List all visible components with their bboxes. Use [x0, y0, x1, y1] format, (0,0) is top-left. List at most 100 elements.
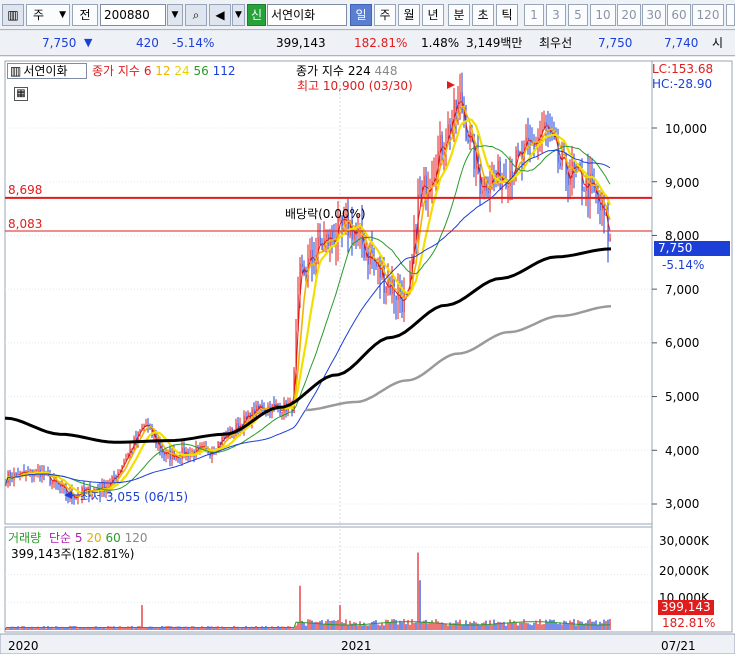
volume-bar: [505, 625, 507, 630]
volume-bar: [553, 619, 555, 630]
volume-bar: [143, 628, 145, 630]
volume-bar: [437, 621, 439, 630]
volume-bar: [485, 620, 487, 630]
volume-bar: [53, 628, 55, 630]
current-price-badge: 7,750: [654, 241, 730, 256]
candle-body: [525, 137, 527, 144]
chart-menu-icon[interactable]: ▥: [2, 4, 24, 26]
interval-20-button[interactable]: 20: [617, 4, 641, 26]
volume-bar: [565, 621, 567, 630]
volume-bar: [113, 626, 115, 630]
stock-name-field[interactable]: 서연이화: [267, 4, 347, 26]
period-second-button[interactable]: 초: [472, 4, 494, 26]
candle-body: [113, 476, 115, 478]
best-bid-price: 7,740: [664, 36, 699, 50]
y-tick-7000: 7,000: [665, 283, 700, 297]
volume-bar: [567, 623, 569, 630]
y-tick-6000: 6,000: [665, 336, 700, 350]
volume-bar: [23, 626, 25, 630]
volume-bar: [531, 625, 533, 630]
volume-bar: [201, 626, 203, 630]
volume-bar: [321, 620, 323, 630]
candle-body: [575, 168, 577, 170]
volume-bar: [483, 622, 485, 630]
volume-bar: [525, 622, 527, 630]
stock-legend-box[interactable]: ▥ 서연이화: [7, 63, 87, 79]
period-type-button[interactable]: 전: [72, 4, 98, 26]
best-ask-price: 7,750: [598, 36, 633, 50]
volume-bar: [261, 626, 263, 630]
period-minute-button[interactable]: 분: [448, 4, 470, 26]
down-triangle-icon: ▼: [84, 36, 93, 49]
ma-448-label: 448: [374, 64, 398, 78]
candle-body: [51, 481, 53, 485]
price-chart-svg[interactable]: [0, 57, 735, 654]
volume-bar: [397, 624, 399, 630]
low-price-label: 최저 3,055 (06/15): [80, 490, 189, 504]
volume-bar: [157, 628, 159, 630]
market-type-label: 주: [33, 8, 45, 22]
interval-10-button[interactable]: 10: [590, 4, 616, 26]
volume-bar: [225, 627, 227, 630]
volume-bar: [207, 626, 209, 630]
hc-label: HC:-28.90: [652, 77, 713, 91]
volume-bar: [537, 623, 539, 630]
volume-bar: [369, 624, 371, 630]
volume-bar: [177, 626, 179, 630]
interval-120-button[interactable]: 120: [692, 4, 724, 26]
period-month-button[interactable]: 월: [398, 4, 420, 26]
toolbar-overflow-button[interactable]: [726, 4, 735, 26]
volume-bar: [165, 626, 167, 630]
speaker-dropdown-icon[interactable]: ▼: [232, 4, 245, 26]
candle-body: [245, 416, 247, 418]
toolbar: ▥ 주 ▼ 전 200880 ▼ ⌕ ◀ ▼ 신 서연이화 일 주 월 년 분 초…: [0, 0, 735, 30]
grid-toggle-icon[interactable]: ▦: [14, 87, 28, 101]
interval-3-button[interactable]: 3: [546, 4, 566, 26]
volume-bar: [585, 622, 587, 630]
volume-bar: [19, 628, 21, 630]
volume-bar: [141, 605, 143, 630]
volume-bar: [101, 627, 103, 630]
volume-bar: [133, 628, 135, 630]
stock-code-input[interactable]: 200880: [100, 4, 166, 26]
volume-bar: [517, 625, 519, 630]
volume-bar: [115, 628, 117, 630]
code-dropdown-icon[interactable]: ▼: [167, 4, 183, 26]
volume-bar: [539, 619, 541, 630]
candle-body: [311, 249, 313, 263]
y-tick-9000: 9,000: [665, 176, 700, 190]
stock-legend-label: 서연이화: [23, 64, 68, 78]
volume-bar: [119, 626, 121, 630]
volume-bar: [391, 619, 393, 630]
volume-bar: [219, 628, 221, 630]
interval-60-button[interactable]: 60: [667, 4, 691, 26]
volume-bar: [475, 622, 477, 630]
volume-bar: [395, 619, 397, 630]
period-week-button[interactable]: 주: [374, 4, 396, 26]
volume-bar: [305, 625, 307, 630]
volume-badge: 399,143: [658, 600, 714, 615]
volume-bar: [47, 626, 49, 630]
candle-body: [395, 295, 397, 300]
volume-bar: [103, 627, 105, 630]
candle-body: [497, 160, 499, 179]
interval-5-button[interactable]: 5: [568, 4, 588, 26]
volume-bar: [55, 626, 57, 630]
chart-area[interactable]: ▥ 서연이화 종가 지수 6 12 24 56 112 종가 지수 224 448…: [0, 57, 735, 654]
period-day-button[interactable]: 일: [350, 4, 372, 26]
candle-body: [263, 410, 265, 412]
volume-bar: [5, 627, 7, 630]
volume-bar: [309, 619, 311, 630]
price-change-percent: -5.14%: [172, 36, 215, 50]
search-icon[interactable]: ⌕: [185, 4, 207, 26]
market-type-select[interactable]: 주 ▼: [26, 4, 70, 26]
volume-bar: [487, 625, 489, 630]
candle-body: [573, 161, 575, 169]
y-tick-3000: 3,000: [665, 497, 700, 511]
period-year-button[interactable]: 년: [422, 4, 444, 26]
speaker-icon[interactable]: ◀: [209, 4, 231, 26]
interval-1-button[interactable]: 1: [524, 4, 544, 26]
period-tick-button[interactable]: 틱: [496, 4, 518, 26]
interval-30-button[interactable]: 30: [642, 4, 666, 26]
volume-bar: [471, 622, 473, 630]
